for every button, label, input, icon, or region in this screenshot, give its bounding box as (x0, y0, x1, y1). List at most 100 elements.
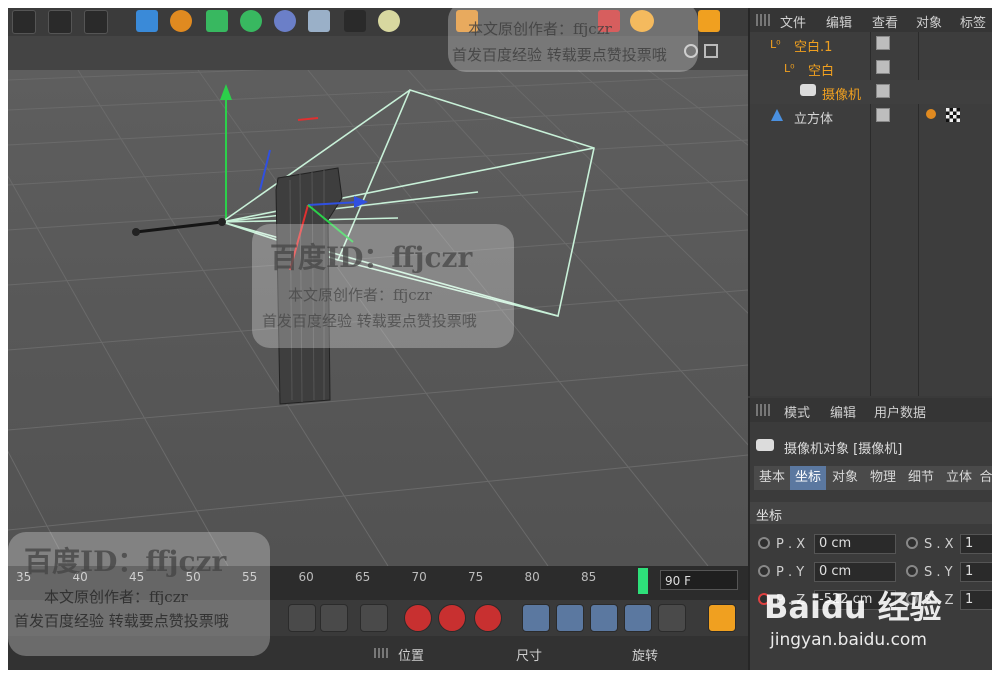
s-y-field[interactable]: 1 (960, 562, 992, 582)
s-y-label: S . Y (924, 565, 953, 580)
attribute-title-row: 摄像机对象 [摄像机] (750, 434, 992, 460)
cube-icon[interactable] (136, 10, 158, 32)
render-picture-icon[interactable] (48, 10, 72, 34)
object-label: 立方体 (794, 112, 834, 127)
timeline-tick-label: 60 (298, 570, 314, 584)
timeline-window-button[interactable] (708, 604, 736, 632)
attribute-manager-menubar: 模式 编辑 用户数据 (750, 398, 992, 422)
watermark-notice-top: 首发百度经验 转载要点赞投票哦 (452, 46, 667, 64)
section-header: 坐标 (750, 502, 992, 524)
grip-icon (374, 648, 388, 658)
visibility-toggle[interactable] (876, 60, 890, 74)
position-label: 位置 (398, 649, 425, 664)
watermark-author-center: 本文原创作者：ffjczr (288, 286, 432, 304)
tab-object[interactable]: 对象 (826, 466, 865, 490)
p-y-label: P . Y (776, 565, 805, 580)
s-x-label: S . X (924, 537, 954, 552)
move-key-button[interactable] (522, 604, 550, 632)
keyframe-selection-button[interactable] (474, 604, 502, 632)
animate-s-y-radio[interactable] (906, 565, 918, 577)
watermark-notice-bottom: 首发百度经验 转载要点赞投票哦 (14, 612, 229, 630)
play-forward-button[interactable] (288, 604, 316, 632)
s-z-field[interactable]: 1 (960, 590, 992, 610)
tab-composition[interactable]: 合 (978, 466, 992, 490)
visibility-toggle[interactable] (876, 84, 890, 98)
maximize-view-icon[interactable] (704, 44, 718, 58)
s-x-field[interactable]: 1 (960, 534, 992, 554)
nurbs-icon[interactable] (206, 10, 228, 32)
section-title: 坐标 (756, 509, 783, 524)
primitive-object-icon (770, 108, 784, 122)
current-frame-marker[interactable] (638, 568, 648, 594)
p-x-label: P . X (776, 537, 806, 552)
menu-view[interactable]: 查看 (872, 12, 898, 31)
object-label: 空白.1 (794, 40, 833, 55)
object-label: 空白 (808, 64, 835, 79)
param-key-button[interactable] (624, 604, 652, 632)
object-row-camera[interactable]: 摄像机 (750, 80, 992, 104)
menu-user-data[interactable]: 用户数据 (874, 402, 926, 421)
render-settings-icon[interactable] (84, 10, 108, 34)
baidu-jingyan-url: jingyan.baidu.com (770, 630, 927, 650)
visibility-toggle[interactable] (876, 108, 890, 122)
attribute-title: 摄像机对象 [摄像机] (784, 442, 903, 457)
watermark-notice-center: 首发百度经验 转载要点赞投票哦 (262, 312, 477, 330)
coord-row-x: P . X 0 cm S . X 1 (750, 532, 992, 558)
tab-basic[interactable]: 基本 (754, 466, 791, 490)
watermark-baidu-id-bottom: 百度ID：ffjczr (24, 545, 227, 578)
material-tag-icon[interactable] (926, 109, 936, 119)
animate-s-x-radio[interactable] (906, 537, 918, 549)
light-icon[interactable] (378, 10, 400, 32)
timeline-tick-label: 70 (411, 570, 427, 584)
size-label: 尺寸 (516, 649, 543, 664)
deformer-icon[interactable] (274, 10, 296, 32)
animate-p-x-radio[interactable] (758, 537, 770, 549)
grip-icon (756, 404, 770, 416)
menu-edit[interactable]: 编辑 (826, 12, 852, 31)
menu-file[interactable]: 文件 (780, 12, 806, 31)
render-view-icon[interactable] (12, 10, 36, 34)
p-y-field[interactable]: 0 cm (814, 562, 896, 582)
tab-details[interactable]: 细节 (902, 466, 941, 490)
array-icon[interactable] (240, 10, 262, 32)
object-row-cube[interactable]: 立方体 (750, 104, 992, 128)
tab-stereoscopic[interactable]: 立体 (940, 466, 979, 490)
object-row-null[interactable]: L⁰ 空白 (750, 56, 992, 80)
visibility-toggle[interactable] (876, 36, 890, 50)
menu-object[interactable]: 对象 (916, 12, 942, 31)
scale-key-button[interactable] (556, 604, 584, 632)
snap-icon[interactable] (698, 10, 720, 32)
object-manager: 文件 编辑 查看 对象 标签 L⁰ 空白.1 L⁰ 空白 摄像机 立方体 (748, 8, 992, 396)
camera-origin-point (218, 218, 226, 226)
rotate-key-button[interactable] (590, 604, 618, 632)
object-row-null-1[interactable]: L⁰ 空白.1 (750, 32, 992, 56)
baidu-jingyan-logo: Baidu 经验 (764, 588, 942, 626)
timeline-tick-label: 80 (524, 570, 540, 584)
object-label: 摄像机 (822, 88, 862, 103)
tab-coordinates[interactable]: 坐标 (790, 466, 827, 490)
object-manager-menubar: 文件 编辑 查看 对象 标签 (750, 8, 992, 32)
watermark-author-top: 本文原创作者：ffjczr (468, 20, 612, 38)
end-frame-field[interactable]: 90 F (660, 570, 738, 590)
pla-key-button[interactable] (658, 604, 686, 632)
timeline-tick-label: 85 (581, 570, 597, 584)
p-x-field[interactable]: 0 cm (814, 534, 896, 554)
record-keyframe-button[interactable] (404, 604, 432, 632)
texture-tag-icon[interactable] (946, 108, 960, 122)
menu-edit[interactable]: 编辑 (830, 402, 856, 421)
tab-physical[interactable]: 物理 (864, 466, 903, 490)
animate-p-y-radio[interactable] (758, 565, 770, 577)
null-object-icon: L⁰ (770, 38, 781, 51)
loop-button[interactable] (320, 604, 348, 632)
timeline-tick-label: 75 (468, 570, 484, 584)
pen-icon[interactable] (170, 10, 192, 32)
go-to-end-button[interactable] (360, 604, 388, 632)
grip-icon (756, 14, 770, 26)
menu-mode[interactable]: 模式 (784, 402, 810, 421)
menu-tag[interactable]: 标签 (960, 12, 986, 31)
camera-icon[interactable] (344, 10, 366, 32)
floor-icon[interactable] (308, 10, 330, 32)
cinema4d-window: 35 40 45 50 55 60 65 70 75 80 85 90 F 位置 尺寸 旋转 文件 … (8, 8, 992, 670)
watermark-author-bottom: 本文原创作者：ffjczr (44, 588, 188, 606)
autokey-button[interactable] (438, 604, 466, 632)
